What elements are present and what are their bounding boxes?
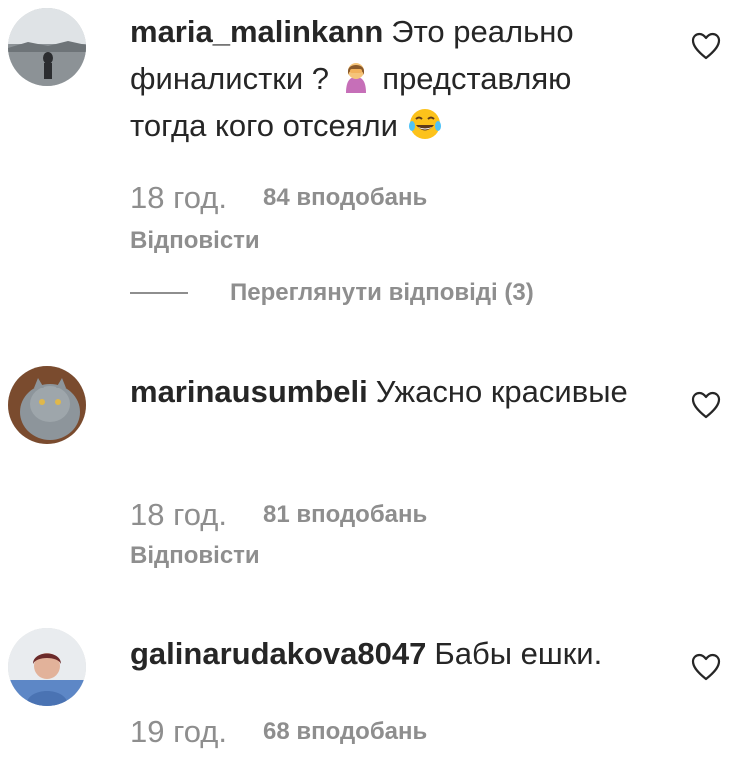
woman-facepalming-icon [338,59,374,95]
comment-timestamp[interactable]: 19 год. [130,714,227,749]
reply-button[interactable]: Відповісти [130,227,260,255]
username[interactable]: marinausumbeli [130,374,368,409]
avatar[interactable] [8,8,86,86]
comment-text-content: Бабы ешки. [434,636,603,671]
divider-line [130,292,188,294]
comment-timestamp[interactable]: 18 год. [130,497,227,532]
comment-meta: 18 год. 84 вподобань [130,180,427,216]
likes-count[interactable]: 81 вподобань [263,501,427,528]
comment-text: maria_malinkann Это реально финалистки ? … [130,8,650,149]
likes-count[interactable]: 84 вподобань [263,184,427,211]
face-with-tears-of-joy-icon [407,106,443,142]
view-replies-label: Переглянути відповіді (3) [230,279,534,306]
heart-outline-icon[interactable] [690,30,722,62]
username[interactable]: galinarudakova8047 [130,636,426,671]
avatar[interactable] [8,628,86,706]
comment-text-content: Ужасно красивые [375,374,628,409]
likes-count[interactable]: 68 вподобань [263,718,427,745]
avatar[interactable] [8,366,86,444]
comment-text: galinarudakova8047 Бабы ешки. [130,630,650,677]
heart-outline-icon[interactable] [690,651,722,683]
comment-text: marinausumbeli Ужасно красивые [130,368,650,415]
comment-meta: 19 год. 68 вподобань [130,714,427,750]
username[interactable]: maria_malinkann [130,14,383,49]
comment-meta: 18 год. 81 вподобань [130,497,427,533]
reply-button[interactable]: Відповісти [130,542,260,570]
heart-outline-icon[interactable] [690,389,722,421]
comment-timestamp[interactable]: 18 год. [130,180,227,215]
view-replies-button[interactable]: Переглянути відповіді (3) [130,278,534,308]
